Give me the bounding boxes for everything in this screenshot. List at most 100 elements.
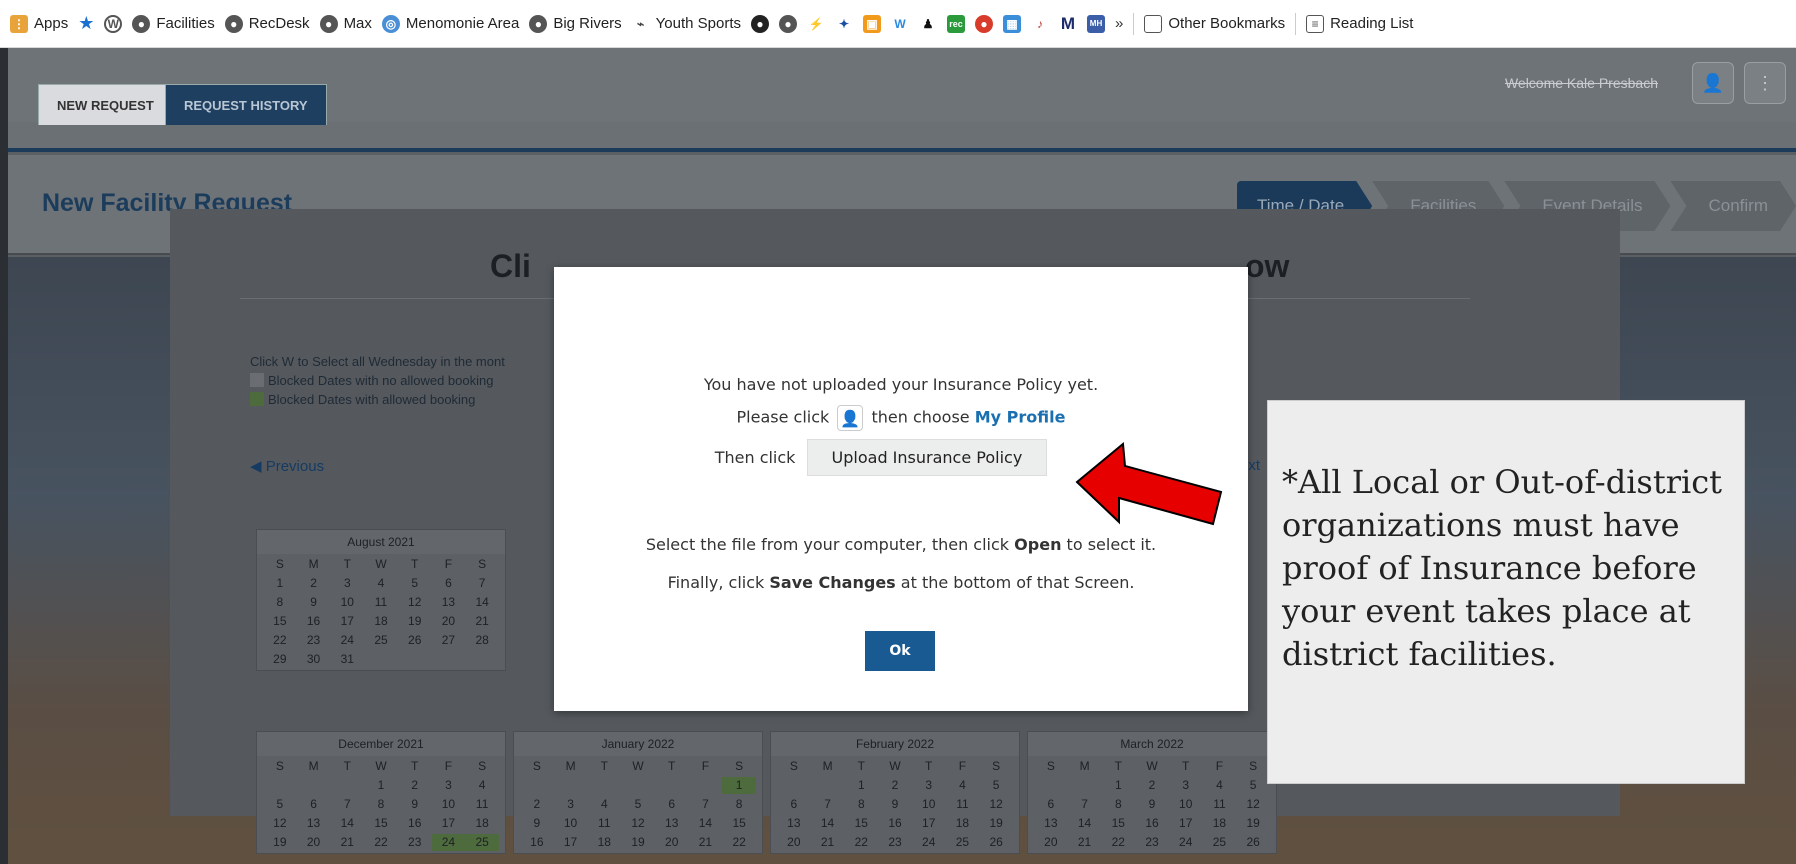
bookmark-max[interactable]: ● Max bbox=[319, 14, 372, 33]
bookmark-menomonie-area[interactable]: ◎ Menomonie Area bbox=[381, 14, 519, 33]
calendar-day[interactable]: 17 bbox=[330, 613, 364, 630]
bookmark-facilities[interactable]: ● Facilities bbox=[132, 14, 215, 33]
calendar-day[interactable]: 25 bbox=[364, 632, 398, 649]
profile-button[interactable]: 👤 bbox=[1692, 62, 1734, 104]
bookmark-other[interactable]: Other Bookmarks bbox=[1144, 14, 1285, 33]
calendar-day[interactable]: 26 bbox=[979, 834, 1013, 851]
calendar-day[interactable]: 23 bbox=[878, 834, 912, 851]
calendar-day[interactable]: 10 bbox=[554, 815, 588, 832]
calendar-day[interactable]: 23 bbox=[398, 834, 432, 851]
calendar-day[interactable]: 9 bbox=[297, 594, 331, 611]
calendar-day[interactable]: 22 bbox=[263, 632, 297, 649]
calendar-day[interactable]: 22 bbox=[844, 834, 878, 851]
calendar-day[interactable]: 12 bbox=[1236, 796, 1270, 813]
calendar-day[interactable]: 6 bbox=[297, 796, 331, 813]
calendar-day[interactable]: 12 bbox=[263, 815, 297, 832]
calendar-day[interactable]: 13 bbox=[297, 815, 331, 832]
bookmark-youth-sports[interactable]: ⌁ Youth Sports bbox=[631, 14, 741, 33]
calendar-day[interactable]: 7 bbox=[811, 796, 845, 813]
calendar-day[interactable]: 25 bbox=[946, 834, 980, 851]
calendar-day[interactable]: 14 bbox=[330, 815, 364, 832]
calendar-day[interactable]: 3 bbox=[432, 777, 466, 794]
calendar-day[interactable]: 31 bbox=[330, 651, 364, 668]
calendar-day[interactable]: 17 bbox=[1169, 815, 1203, 832]
calendar-day[interactable]: 14 bbox=[465, 594, 499, 611]
bookmark-recdesk[interactable]: ● RecDesk bbox=[224, 14, 310, 33]
w-blue-icon[interactable]: W bbox=[891, 14, 910, 33]
calendar-day[interactable]: 27 bbox=[432, 632, 466, 649]
calendar-day[interactable]: 3 bbox=[1169, 777, 1203, 794]
calendar-day[interactable]: 9 bbox=[878, 796, 912, 813]
step-confirm[interactable]: Confirm bbox=[1670, 181, 1796, 231]
calendar-day[interactable]: 10 bbox=[330, 594, 364, 611]
calendar-day[interactable]: 2 bbox=[398, 777, 432, 794]
star-icon[interactable]: ★ bbox=[78, 13, 94, 34]
m-logo-icon[interactable]: M bbox=[1059, 14, 1078, 33]
calendar-day[interactable]: 14 bbox=[811, 815, 845, 832]
calendar-day[interactable]: 8 bbox=[1101, 796, 1135, 813]
calendar-day[interactable]: 10 bbox=[912, 796, 946, 813]
calendar-day[interactable]: 13 bbox=[1034, 815, 1068, 832]
calendar-day[interactable]: 7 bbox=[330, 796, 364, 813]
calendar-day[interactable]: 25 bbox=[465, 834, 499, 851]
calendar-day[interactable]: 9 bbox=[520, 815, 554, 832]
tab-request-history[interactable]: REQUEST HISTORY bbox=[165, 84, 327, 125]
calendar-day[interactable]: 22 bbox=[1101, 834, 1135, 851]
calendar-day[interactable]: 4 bbox=[364, 575, 398, 592]
my-profile-link[interactable]: My Profile bbox=[975, 408, 1066, 427]
calendar-day[interactable]: 16 bbox=[398, 815, 432, 832]
calendar-day[interactable]: 6 bbox=[432, 575, 466, 592]
calendar-day[interactable]: 12 bbox=[979, 796, 1013, 813]
calendar-day[interactable]: 13 bbox=[777, 815, 811, 832]
calendar-day[interactable]: 21 bbox=[465, 613, 499, 630]
calendar-day[interactable]: 19 bbox=[398, 613, 432, 630]
calendar-day[interactable]: 8 bbox=[364, 796, 398, 813]
calendar-day[interactable]: 19 bbox=[263, 834, 297, 851]
tab-new-request[interactable]: NEW REQUEST bbox=[38, 84, 173, 125]
calendar-day[interactable]: 11 bbox=[1203, 796, 1237, 813]
calendar-day[interactable]: 4 bbox=[465, 777, 499, 794]
calendar-day[interactable]: 7 bbox=[465, 575, 499, 592]
calendar-day[interactable]: 6 bbox=[1034, 796, 1068, 813]
calendar-day[interactable]: 6 bbox=[777, 796, 811, 813]
calendar-day[interactable]: 24 bbox=[1169, 834, 1203, 851]
calendar-day[interactable]: 17 bbox=[554, 834, 588, 851]
calendar-day[interactable]: 7 bbox=[689, 796, 723, 813]
bookmark-apps[interactable]: ⋮ Apps bbox=[10, 14, 68, 33]
bookmarks-overflow[interactable]: » bbox=[1115, 15, 1123, 32]
calendar-day[interactable]: 16 bbox=[520, 834, 554, 851]
ok-button[interactable]: Ok bbox=[865, 631, 935, 671]
previous-link[interactable]: ◀ Previous bbox=[250, 457, 324, 475]
calendar-day[interactable]: 18 bbox=[465, 815, 499, 832]
calendar-day[interactable]: 7 bbox=[1068, 796, 1102, 813]
calendar-day[interactable]: 14 bbox=[1068, 815, 1102, 832]
calendar-day[interactable]: 17 bbox=[432, 815, 466, 832]
calendar-day[interactable]: 1 bbox=[364, 777, 398, 794]
calendar-day[interactable]: 18 bbox=[364, 613, 398, 630]
calendar-day[interactable]: 19 bbox=[1236, 815, 1270, 832]
calendar-day[interactable]: 22 bbox=[364, 834, 398, 851]
calendar-day[interactable]: 5 bbox=[1236, 777, 1270, 794]
reading-list[interactable]: ≡ Reading List bbox=[1306, 14, 1413, 33]
calendar-day[interactable]: 30 bbox=[297, 651, 331, 668]
calendar-day[interactable]: 21 bbox=[689, 834, 723, 851]
calendar-day[interactable]: 3 bbox=[554, 796, 588, 813]
calendar-day[interactable]: 5 bbox=[979, 777, 1013, 794]
mhs-icon[interactable]: MH bbox=[1087, 14, 1106, 33]
calendar-day[interactable]: 20 bbox=[432, 613, 466, 630]
calendar-day[interactable]: 20 bbox=[655, 834, 689, 851]
calendar-day[interactable]: 4 bbox=[587, 796, 621, 813]
calendar-day[interactable]: 5 bbox=[263, 796, 297, 813]
calendar-day[interactable]: 20 bbox=[297, 834, 331, 851]
runner-blue-icon[interactable]: ✦ bbox=[835, 14, 854, 33]
calendar-day[interactable]: 23 bbox=[297, 632, 331, 649]
calendar-day[interactable]: 1 bbox=[1101, 777, 1135, 794]
calendar-day[interactable]: 11 bbox=[364, 594, 398, 611]
calendar-day[interactable]: 2 bbox=[297, 575, 331, 592]
runner-icon[interactable]: ⚡ bbox=[807, 14, 826, 33]
calendar-day[interactable]: 2 bbox=[878, 777, 912, 794]
calendar-day[interactable]: 15 bbox=[1101, 815, 1135, 832]
calendar-day[interactable]: 1 bbox=[844, 777, 878, 794]
calendar-day[interactable]: 24 bbox=[330, 632, 364, 649]
calendar-day[interactable]: 17 bbox=[912, 815, 946, 832]
